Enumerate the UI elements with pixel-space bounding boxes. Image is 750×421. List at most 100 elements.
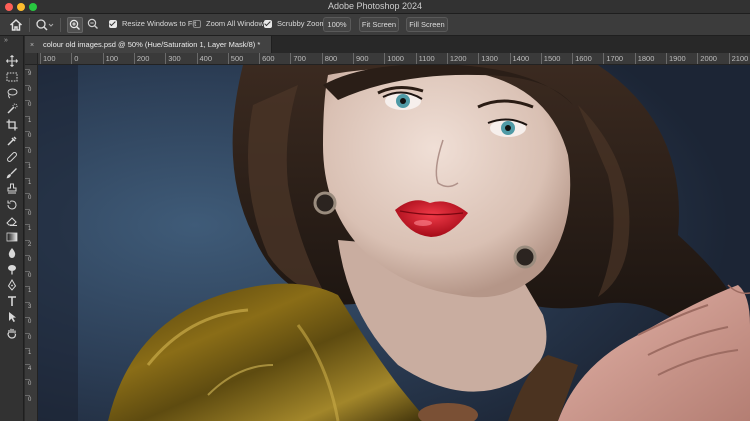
ruler-tick xyxy=(666,53,667,64)
eyedropper-tool[interactable] xyxy=(4,134,20,148)
ruler-label: 1 xyxy=(28,179,32,186)
options-bar: Resize Windows to Fit Zoom All Windows S… xyxy=(0,14,750,36)
ruler-label: 0 xyxy=(28,133,32,139)
path-selection-tool[interactable] xyxy=(4,310,20,324)
ruler-label: 0 xyxy=(28,381,32,387)
ruler-label: 0 xyxy=(28,334,32,341)
zoom-100-button[interactable]: 100% xyxy=(323,17,351,32)
collapse-panel-button[interactable]: » xyxy=(4,37,8,44)
ruler-label: 200 xyxy=(136,54,150,63)
ruler-tick xyxy=(25,301,30,303)
zoom-all-windows-label: Zoom All Windows xyxy=(206,19,268,28)
move-tool[interactable] xyxy=(4,54,20,68)
ruler-tick xyxy=(25,363,30,365)
home-button[interactable] xyxy=(8,17,24,33)
ruler-tick xyxy=(25,146,30,148)
marquee-tool[interactable] xyxy=(4,70,20,84)
hand-tool[interactable] xyxy=(4,326,20,340)
ruler-label: 1900 xyxy=(669,54,686,63)
home-icon xyxy=(9,18,23,31)
ruler-tick xyxy=(384,53,386,64)
type-icon xyxy=(8,296,16,306)
ruler-label: 400 xyxy=(199,54,213,63)
eraser-tool[interactable] xyxy=(4,214,20,228)
gradient-tool[interactable] xyxy=(4,230,20,244)
zoom-tool-preset[interactable] xyxy=(34,17,54,33)
separator xyxy=(60,18,61,32)
document-tab[interactable]: × colour old images.psd @ 50% (Hue/Satura… xyxy=(25,36,272,53)
ruler-tick xyxy=(227,53,229,64)
type-tool[interactable] xyxy=(4,294,20,308)
zoom-out-button[interactable] xyxy=(86,17,102,33)
ruler-label: 0 xyxy=(28,195,32,201)
ruler-tick xyxy=(25,84,30,86)
ruler-tick xyxy=(540,53,542,64)
clone-stamp-tool[interactable] xyxy=(4,182,20,196)
close-tab-icon[interactable]: × xyxy=(30,37,38,54)
lasso-icon xyxy=(7,88,18,99)
zoom-in-icon xyxy=(69,19,80,30)
gradient-icon xyxy=(6,232,18,242)
zoom-all-windows-option[interactable]: Zoom All Windows xyxy=(193,19,268,28)
ruler-label: 1000 xyxy=(387,54,404,63)
ruler-label: 0 xyxy=(28,396,32,403)
magnifier-icon xyxy=(36,19,54,31)
ruler-tick xyxy=(25,348,30,349)
ruler-tick xyxy=(25,270,30,272)
ruler-tick xyxy=(25,286,30,287)
blur-tool[interactable] xyxy=(4,246,20,260)
ruler-tick xyxy=(603,53,605,64)
ruler-tick xyxy=(25,379,30,380)
quick-selection-tool[interactable] xyxy=(4,102,20,116)
scrubby-zoom-checkbox[interactable] xyxy=(264,19,272,28)
ruler-tick xyxy=(25,193,30,194)
arrow-pointer-icon xyxy=(9,312,16,322)
ruler-tick xyxy=(259,53,261,64)
brush-tool[interactable] xyxy=(4,166,20,180)
ruler-label: 1200 xyxy=(449,54,467,63)
ruler-tick xyxy=(165,53,167,64)
ruler-label: 700 xyxy=(293,54,306,63)
ruler-label: 0 xyxy=(28,272,32,279)
ruler-tick xyxy=(321,53,323,64)
ruler-label: 1100 xyxy=(418,54,435,63)
fill-screen-button[interactable]: Fill Screen xyxy=(406,17,448,32)
ruler-tick xyxy=(728,53,730,64)
history-brush-tool[interactable] xyxy=(4,198,20,212)
horizontal-ruler[interactable]: 100 0 100 200 300 400 500 600 700 800 900 1000 1100 1… xyxy=(38,53,750,65)
ruler-origin[interactable] xyxy=(25,53,38,65)
marquee-icon xyxy=(6,72,18,82)
ruler-label: 1 xyxy=(28,164,32,170)
ruler-tick xyxy=(40,53,41,64)
ruler-label: 2 xyxy=(28,241,32,248)
ruler-tick xyxy=(353,53,354,64)
document-canvas[interactable] xyxy=(38,65,750,421)
zoom-all-windows-checkbox[interactable] xyxy=(193,19,201,28)
scrubby-zoom-option[interactable]: Scrubby Zoom xyxy=(264,19,326,28)
ruler-label: 500 xyxy=(230,54,244,63)
eraser-icon xyxy=(6,217,17,226)
zoom-in-button[interactable] xyxy=(67,17,83,33)
ruler-label: 1600 xyxy=(575,54,592,63)
lasso-tool[interactable] xyxy=(4,86,20,100)
ruler-label: 800 xyxy=(324,54,338,63)
fit-screen-button[interactable]: Fit Screen xyxy=(359,17,399,32)
resize-windows-checkbox[interactable] xyxy=(109,19,117,28)
pen-tool[interactable] xyxy=(4,278,20,292)
move-icon xyxy=(6,55,18,67)
vertical-ruler[interactable]: 9 0 0 1 0 0 1 1 0 0 1 2 0 0 1 3 0 0 1 4 0 0 xyxy=(25,65,38,421)
ruler-label: 3 xyxy=(28,303,32,310)
ruler-label: 1700 xyxy=(606,54,624,63)
ruler-tick xyxy=(25,69,30,70)
history-brush-icon xyxy=(7,200,17,210)
resize-windows-option[interactable]: Resize Windows to Fit xyxy=(109,19,196,28)
ruler-label: 0 xyxy=(28,86,32,93)
dodge-tool[interactable] xyxy=(4,262,20,276)
pen-icon xyxy=(7,279,17,291)
crop-tool[interactable] xyxy=(4,118,20,132)
ruler-tick xyxy=(415,53,417,64)
ruler-tick xyxy=(25,162,30,163)
spot-healing-tool[interactable] xyxy=(4,150,20,164)
ruler-label: 100 xyxy=(105,54,119,63)
ruler-label: 0 xyxy=(28,210,32,217)
